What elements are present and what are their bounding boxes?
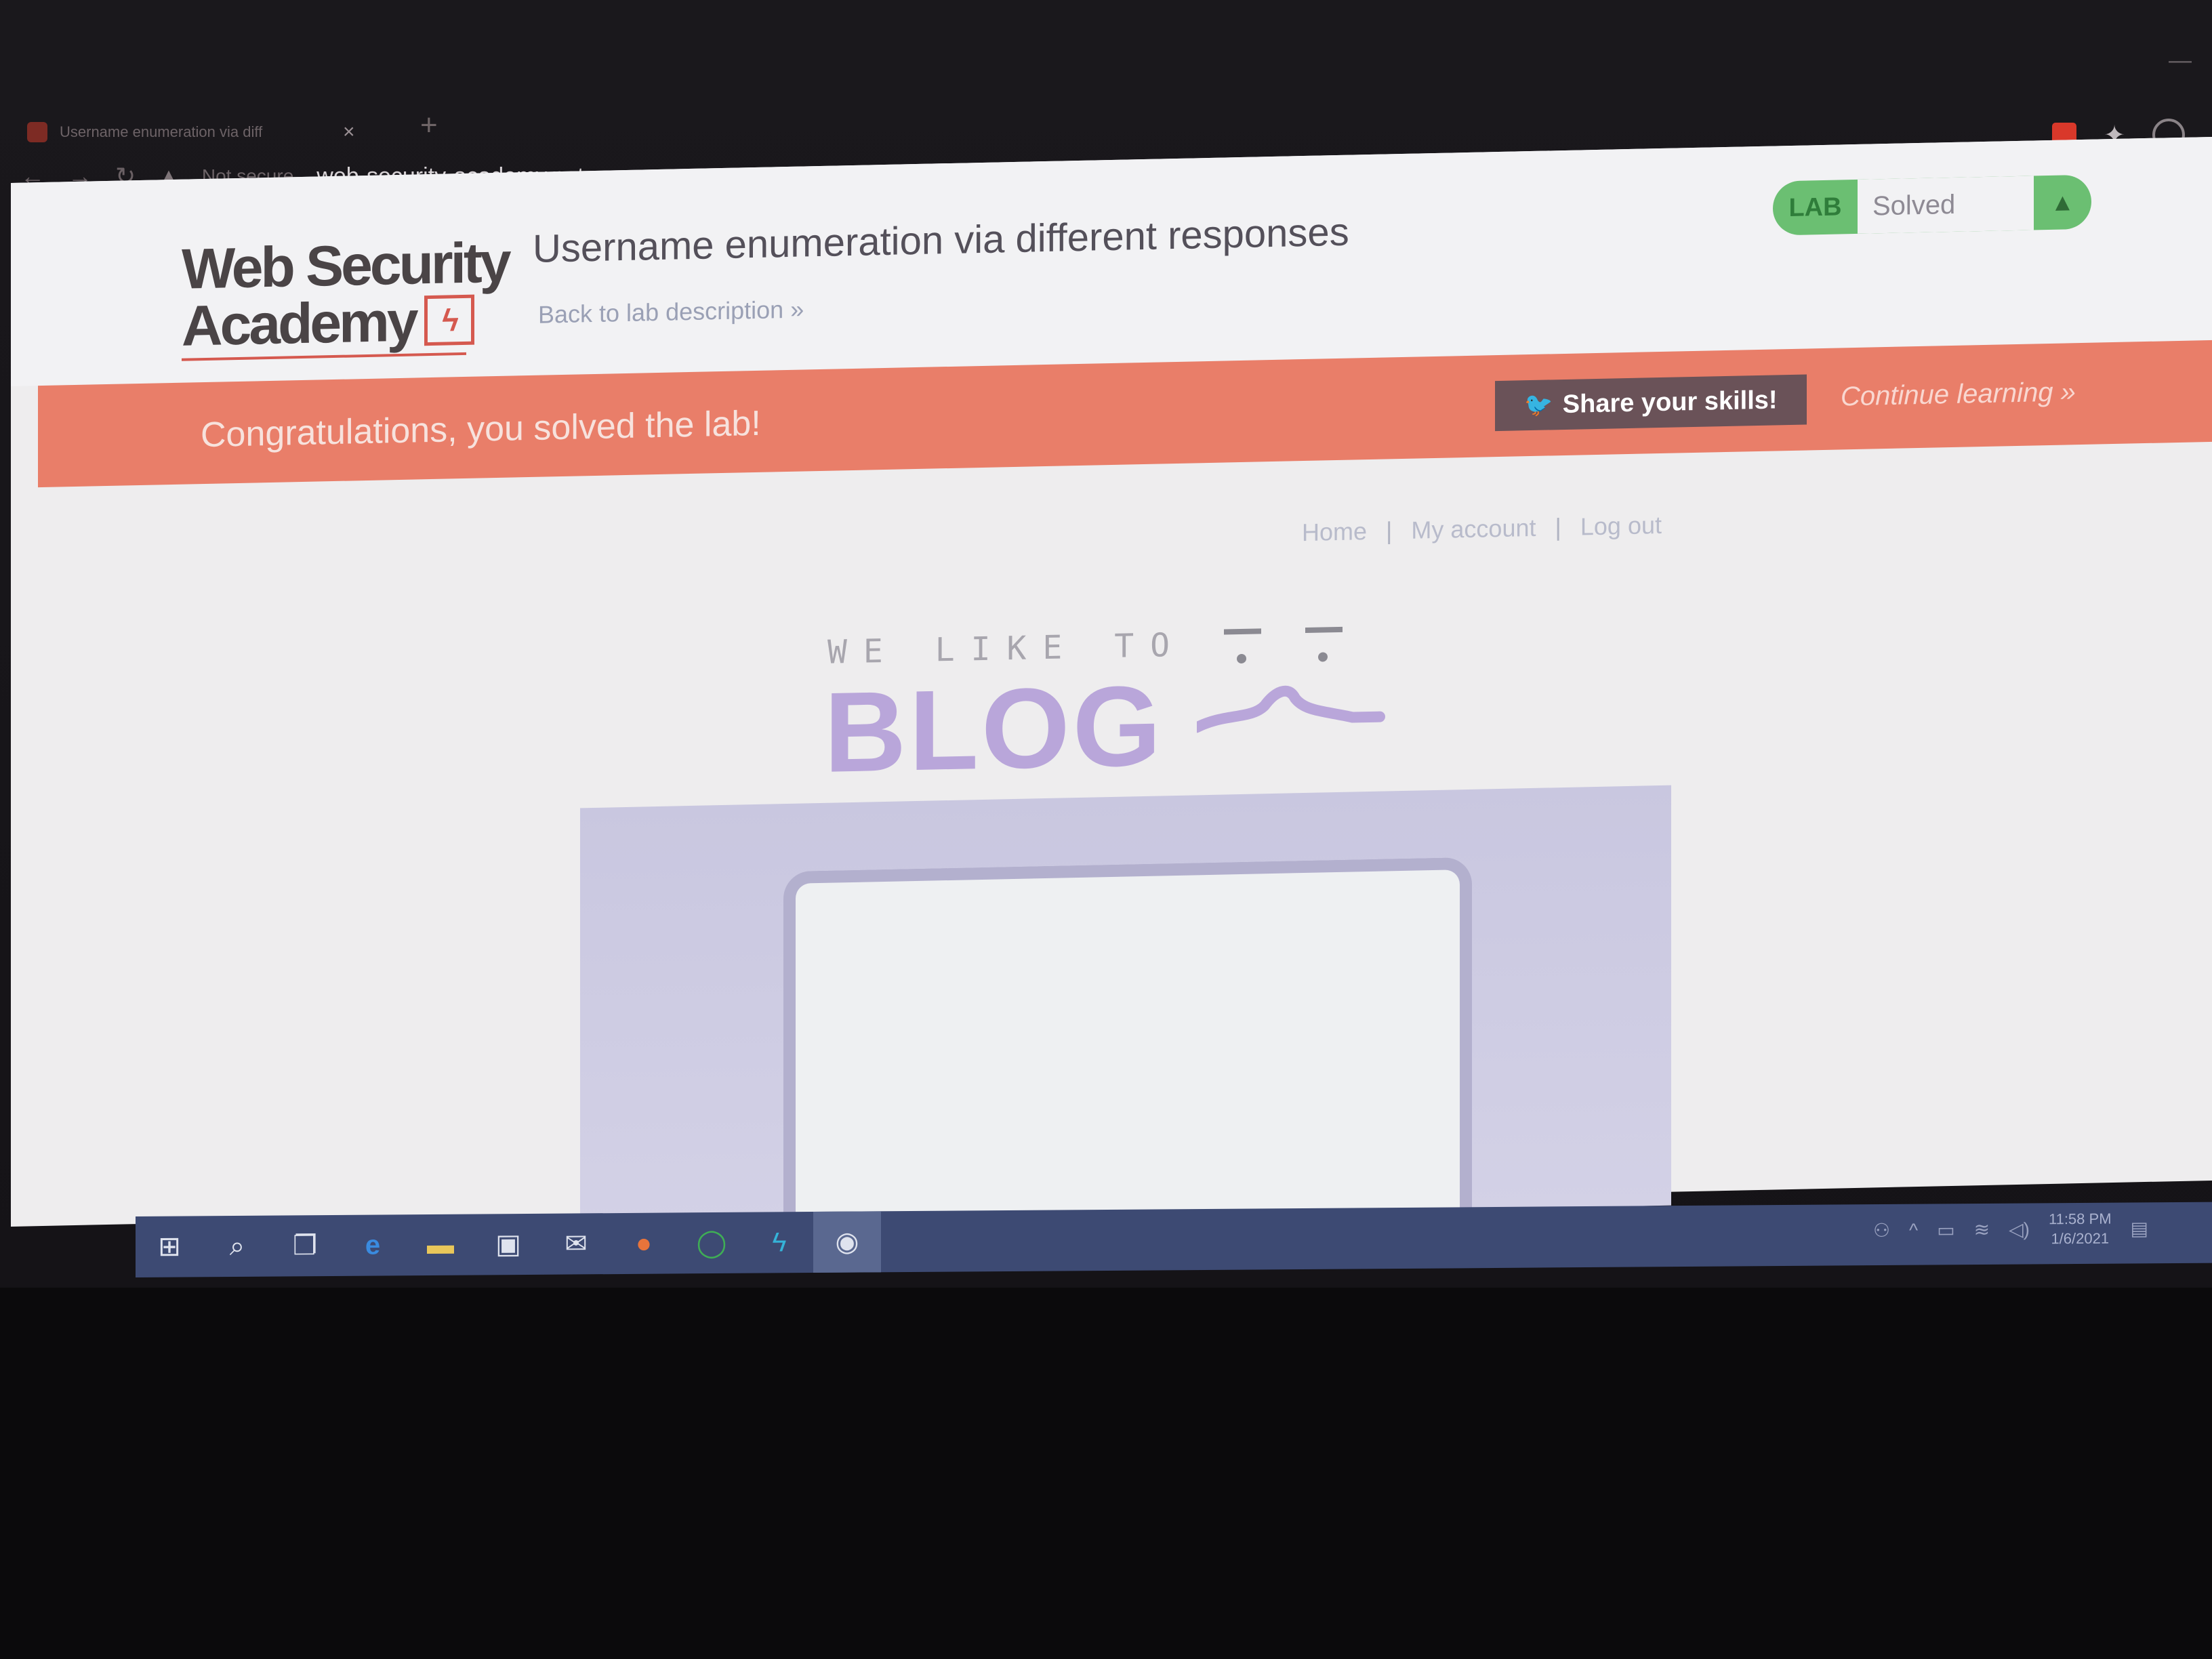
close-tab-icon[interactable]: × xyxy=(343,121,355,144)
search-icon[interactable]: ⌕ xyxy=(203,1216,271,1277)
notification-icon[interactable]: ▤ xyxy=(2131,1217,2148,1240)
badge-status: Solved xyxy=(1858,176,2034,234)
lab-status-badge: LAB Solved ▲ xyxy=(1773,174,2091,236)
firefox-icon[interactable]: ● xyxy=(610,1212,678,1274)
monitor-screen: Username enumeration via diff × + — ← → … xyxy=(0,0,2212,1288)
blog-face-icon xyxy=(1197,626,1385,733)
logo-line2: Academy ϟ xyxy=(182,289,509,358)
mail-icon[interactable]: ✉ xyxy=(542,1213,610,1275)
flask-icon: ▲ xyxy=(2050,188,2075,216)
blue-app-icon[interactable]: ϟ xyxy=(745,1212,813,1273)
people-icon[interactable]: ⚇ xyxy=(1873,1219,1890,1242)
nav-home[interactable]: Home xyxy=(1302,517,1367,546)
logo-mark-icon: ϟ xyxy=(424,294,474,346)
web-page: Web Security Academy ϟ Username enumerat… xyxy=(11,136,2212,1264)
file-explorer-icon[interactable]: ▬ xyxy=(407,1214,474,1276)
twitter-icon: 🐦 xyxy=(1524,392,1553,419)
share-skills-button[interactable]: 🐦 Share your skills! xyxy=(1495,374,1807,432)
store-icon[interactable]: ▣ xyxy=(474,1214,542,1275)
blog-word: BLOG xyxy=(824,661,1164,796)
nav-log-out[interactable]: Log out xyxy=(1580,511,1662,541)
windows-start-icon[interactable]: ⊞ xyxy=(136,1216,203,1277)
volume-icon[interactable]: ◁) xyxy=(2009,1218,2030,1241)
minimize-icon[interactable]: — xyxy=(2169,47,2192,74)
clock[interactable]: 11:58 PM 1/6/2021 xyxy=(2049,1210,2112,1249)
edge-icon[interactable]: e xyxy=(339,1214,407,1276)
congrats-text: Congratulations, you solved the lab! xyxy=(201,403,761,455)
favicon-icon xyxy=(27,122,47,142)
lab-title: Username enumeration via different respo… xyxy=(533,209,1349,271)
green-app-icon[interactable]: ◯ xyxy=(678,1212,745,1274)
nav-separator: | xyxy=(1555,513,1561,541)
share-label: Share your skills! xyxy=(1562,385,1778,419)
wifi-icon[interactable]: ≋ xyxy=(1974,1218,1990,1241)
back-to-description-link[interactable]: Back to lab description » xyxy=(538,295,804,329)
clock-date: 1/6/2021 xyxy=(2051,1229,2110,1247)
continue-learning-link[interactable]: Continue learning » xyxy=(1841,377,2076,412)
logo-line2-text: Academy xyxy=(182,289,416,358)
new-tab-button[interactable]: + xyxy=(420,108,438,142)
clock-time: 11:58 PM xyxy=(2048,1210,2112,1228)
badge-lab-label: LAB xyxy=(1788,192,1842,222)
nav-my-account[interactable]: My account xyxy=(1411,514,1536,544)
browser-tab[interactable]: Username enumeration via diff × xyxy=(27,102,393,163)
site-nav: Home | My account | Log out xyxy=(1302,511,1662,547)
tab-title: Username enumeration via diff xyxy=(60,123,263,140)
tray-chevron-icon[interactable]: ^ xyxy=(1909,1219,1918,1241)
hero-image-inner xyxy=(783,857,1472,1264)
task-view-icon[interactable]: ❐ xyxy=(271,1215,339,1277)
logo-line1: Web Security xyxy=(182,230,509,301)
system-tray: ⚇ ^ ▭ ≋ ◁) 11:58 PM 1/6/2021 ▤ xyxy=(1873,1209,2148,1250)
nav-separator: | xyxy=(1386,516,1393,545)
battery-icon[interactable]: ▭ xyxy=(1937,1218,1954,1241)
academy-logo[interactable]: Web Security Academy ϟ xyxy=(182,230,509,361)
active-app-icon[interactable]: ◉ xyxy=(813,1211,881,1273)
blog-hero-image xyxy=(580,785,1671,1264)
